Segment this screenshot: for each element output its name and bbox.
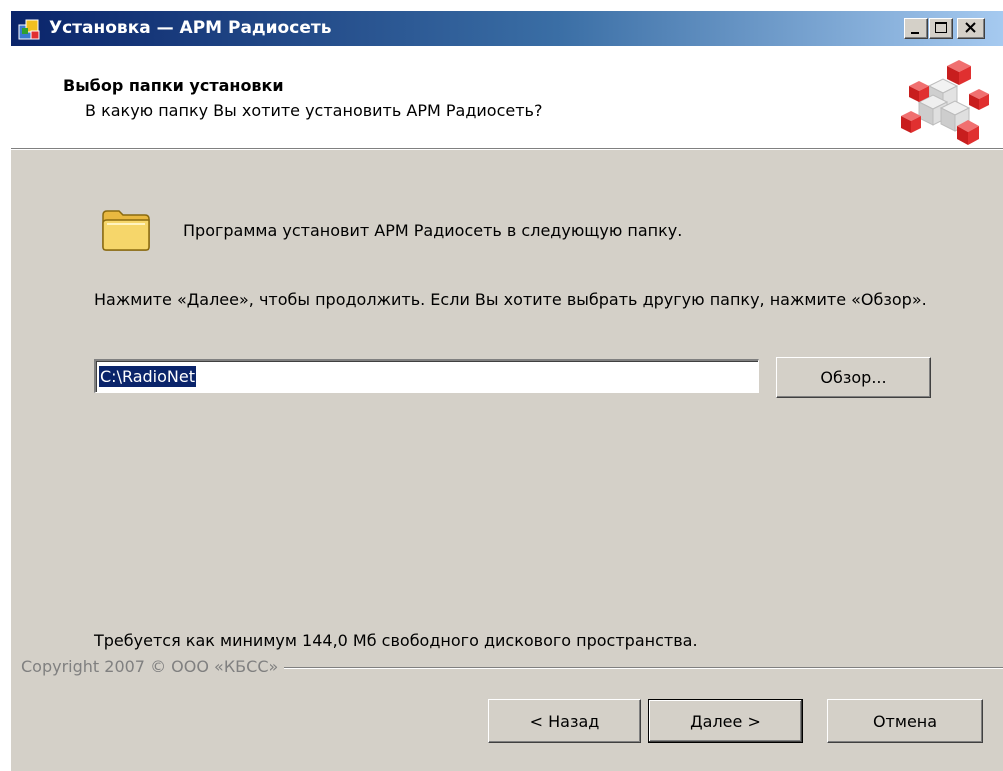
installer-icon[interactable] xyxy=(17,17,41,41)
browse-button-label: Обзор... xyxy=(820,368,887,387)
close-icon xyxy=(965,22,976,33)
close-button[interactable] xyxy=(957,18,985,39)
installer-window: Установка — АРМ Радиосеть Выбор папки ус… xyxy=(10,10,1003,771)
copyright-text: Copyright 2007 © ООО «КБСС» xyxy=(21,657,285,676)
disk-space-text: Требуется как минимум 144,0 Мб свободног… xyxy=(94,631,698,650)
minimize-icon xyxy=(911,32,919,34)
back-button-label: < Назад xyxy=(529,711,600,731)
page-title: Выбор папки установки xyxy=(63,76,284,95)
next-button-label: Далее > xyxy=(690,711,761,731)
back-button[interactable]: < Назад xyxy=(488,699,641,743)
page-subtitle: В какую папку Вы хотите установить АРМ Р… xyxy=(85,101,543,120)
maximize-icon xyxy=(935,22,947,33)
install-info-text: Программа установит АРМ Радиосеть в след… xyxy=(183,221,683,240)
next-button[interactable]: Далее > xyxy=(648,699,803,743)
browse-button[interactable]: Обзор... xyxy=(776,357,931,398)
minimize-button[interactable] xyxy=(904,18,928,39)
instruction-text: Нажмите «Далее», чтобы продолжить. Если … xyxy=(94,290,927,309)
title-bar[interactable]: Установка — АРМ Радиосеть xyxy=(11,11,1003,46)
window-title: Установка — АРМ Радиосеть xyxy=(49,18,332,38)
wizard-header: Выбор папки установки В какую папку Вы х… xyxy=(11,46,1003,149)
installer-cubes-image xyxy=(901,60,989,145)
maximize-button[interactable] xyxy=(929,18,953,39)
folder-icon xyxy=(102,210,150,251)
cancel-button-label: Отмена xyxy=(872,711,938,731)
install-path-input[interactable]: C:\RadioNet xyxy=(94,359,759,393)
install-path-value: C:\RadioNet xyxy=(99,366,196,387)
cancel-button[interactable]: Отмена xyxy=(827,699,983,743)
